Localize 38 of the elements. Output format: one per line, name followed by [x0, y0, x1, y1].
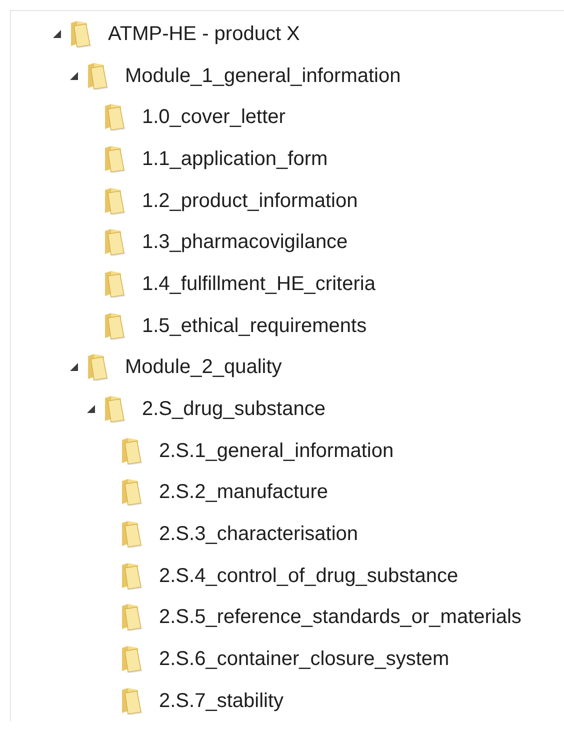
folder-icon	[102, 103, 128, 132]
collapse-arrow-icon[interactable]	[68, 361, 80, 374]
folder-icon	[85, 353, 111, 382]
folder-name[interactable]: 2.S.2_manufacture	[159, 479, 328, 506]
folder-icon	[119, 686, 145, 715]
folder-icon	[119, 478, 145, 506]
folder-name[interactable]: 2.S_drug_substance	[142, 396, 326, 422]
folder-name[interactable]: 1.0_cover_letter	[142, 104, 286, 130]
folder-name[interactable]: 2.S.4_control_of_drug_substance	[159, 562, 458, 589]
folder-name[interactable]: Module_2_quality	[125, 354, 282, 380]
folder-icon	[102, 395, 128, 424]
folder-name[interactable]: 1.4_fulfillment_HE_criteria	[142, 270, 376, 297]
folder-name[interactable]: Module_1_general_information	[125, 62, 401, 89]
collapse-arrow-icon[interactable]	[85, 403, 97, 416]
folder-name[interactable]: ATMP-HE - product X	[108, 20, 300, 47]
collapse-arrow-icon[interactable]	[68, 70, 80, 82]
folder-name[interactable]: 1.2_product_information	[142, 188, 358, 214]
folder-name[interactable]: 1.3_pharmacovigilance	[142, 229, 348, 256]
folder-name[interactable]: 2.S.5_reference_standards_or_materials	[159, 604, 522, 630]
folder-icon	[119, 603, 145, 632]
folder-icon	[119, 436, 145, 465]
collapse-arrow-icon[interactable]	[51, 28, 63, 40]
folder-name[interactable]: 2.S.7_stability	[159, 688, 284, 714]
folder-icon	[102, 186, 128, 215]
folder-icon	[85, 62, 111, 90]
folder-icon	[102, 312, 128, 340]
folder-icon	[119, 645, 145, 674]
folder-icon	[119, 520, 145, 548]
folder-icon	[102, 228, 128, 256]
folder-name[interactable]: 2.S.1_general_information	[159, 438, 394, 464]
folder-name[interactable]: 2.S.6_container_closure_system	[159, 646, 450, 672]
folder-icon	[119, 562, 145, 590]
folder-name[interactable]: 1.1_application_form	[142, 146, 328, 172]
folder-name[interactable]: 2.S.3_characterisation	[159, 521, 358, 548]
folder-icon	[68, 20, 94, 48]
folder-icon	[102, 144, 128, 173]
folder-name[interactable]: 1.5_ethical_requirements	[142, 312, 367, 339]
folder-icon	[102, 270, 128, 298]
